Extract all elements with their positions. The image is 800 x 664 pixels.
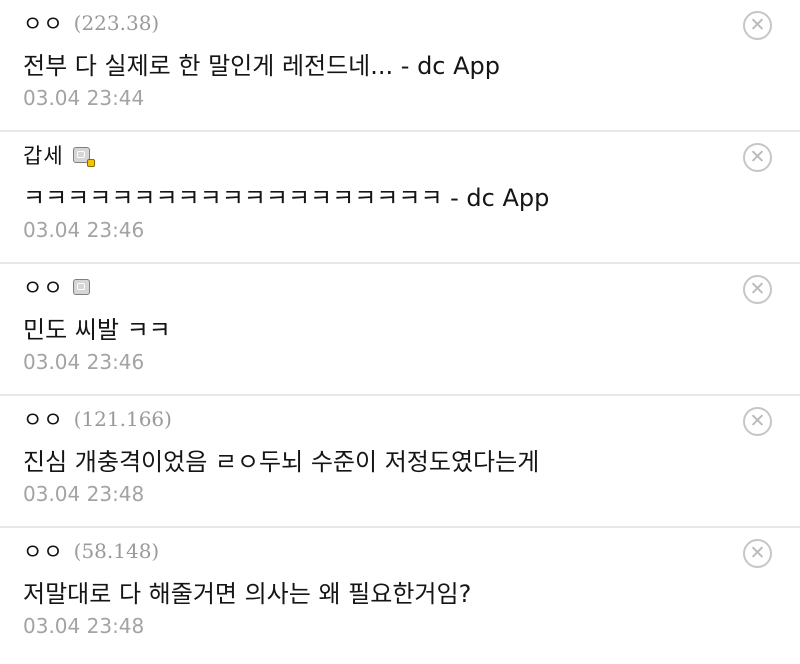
- comment-ip: (58.148): [73, 539, 160, 563]
- comment-nickname[interactable]: ㅇㅇ: [23, 536, 64, 566]
- comment-list: ㅇㅇ (223.38) 전부 다 실제로 한 말인게 레전드네... - dc …: [0, 0, 800, 660]
- comment-date: 03.04 23:44: [23, 86, 145, 110]
- comment-date: 03.04 23:48: [23, 614, 145, 638]
- comment-text: 진심 개충격이었음 ㄹㅇ두뇌 수준이 저정도였다는게: [23, 448, 540, 476]
- close-circle-icon[interactable]: ✕: [743, 275, 772, 304]
- comment-item: ㅇㅇ (121.166) 진심 개충격이었음 ㄹㅇ두뇌 수준이 저정도였다는게 …: [0, 396, 800, 528]
- close-circle-icon[interactable]: ✕: [743, 11, 772, 40]
- gallog-icon[interactable]: [72, 279, 90, 295]
- comment-ip: (121.166): [73, 407, 172, 431]
- comment-text: 민도 씨발 ㅋㅋ: [23, 316, 171, 344]
- comment-item: ㅇㅇ 민도 씨발 ㅋㅋ 03.04 23:46 ✕: [0, 264, 800, 396]
- comment-author-line: ㅇㅇ (58.148): [23, 538, 159, 564]
- comment-date: 03.04 23:48: [23, 482, 145, 506]
- comment-author-line: ㅇㅇ: [23, 274, 90, 300]
- comment-nickname[interactable]: ㅇㅇ: [23, 8, 64, 38]
- close-circle-icon[interactable]: ✕: [743, 539, 772, 568]
- comment-ip: (223.38): [73, 11, 160, 35]
- comment-date: 03.04 23:46: [23, 350, 145, 374]
- comment-nickname[interactable]: 갑세: [23, 140, 64, 170]
- comment-author-line: 갑세: [23, 140, 95, 170]
- comment-nickname[interactable]: ㅇㅇ: [23, 272, 64, 302]
- comment-text: 저말대로 다 해줄거면 의사는 왜 필요한거임?: [23, 580, 472, 608]
- comment-author-line: ㅇㅇ (223.38): [23, 10, 159, 36]
- gallog-fixed-nick-icon[interactable]: [72, 147, 95, 167]
- comment-text: 전부 다 실제로 한 말인게 레전드네... - dc App: [23, 52, 501, 80]
- comment-date: 03.04 23:46: [23, 218, 145, 242]
- comment-item: ㅇㅇ (223.38) 전부 다 실제로 한 말인게 레전드네... - dc …: [0, 0, 800, 132]
- close-circle-icon[interactable]: ✕: [743, 143, 772, 172]
- comment-author-line: ㅇㅇ (121.166): [23, 406, 172, 432]
- comment-nickname[interactable]: ㅇㅇ: [23, 404, 64, 434]
- comment-item: ㅇㅇ (58.148) 저말대로 다 해줄거면 의사는 왜 필요한거임? 03.…: [0, 528, 800, 660]
- comment-item: 갑세 ㅋㅋㅋㅋㅋㅋㅋㅋㅋㅋㅋㅋㅋㅋㅋㅋㅋㅋㅋ - dc App 03.04 23…: [0, 132, 800, 264]
- close-circle-icon[interactable]: ✕: [743, 407, 772, 436]
- comment-text: ㅋㅋㅋㅋㅋㅋㅋㅋㅋㅋㅋㅋㅋㅋㅋㅋㅋㅋㅋ - dc App: [23, 184, 550, 212]
